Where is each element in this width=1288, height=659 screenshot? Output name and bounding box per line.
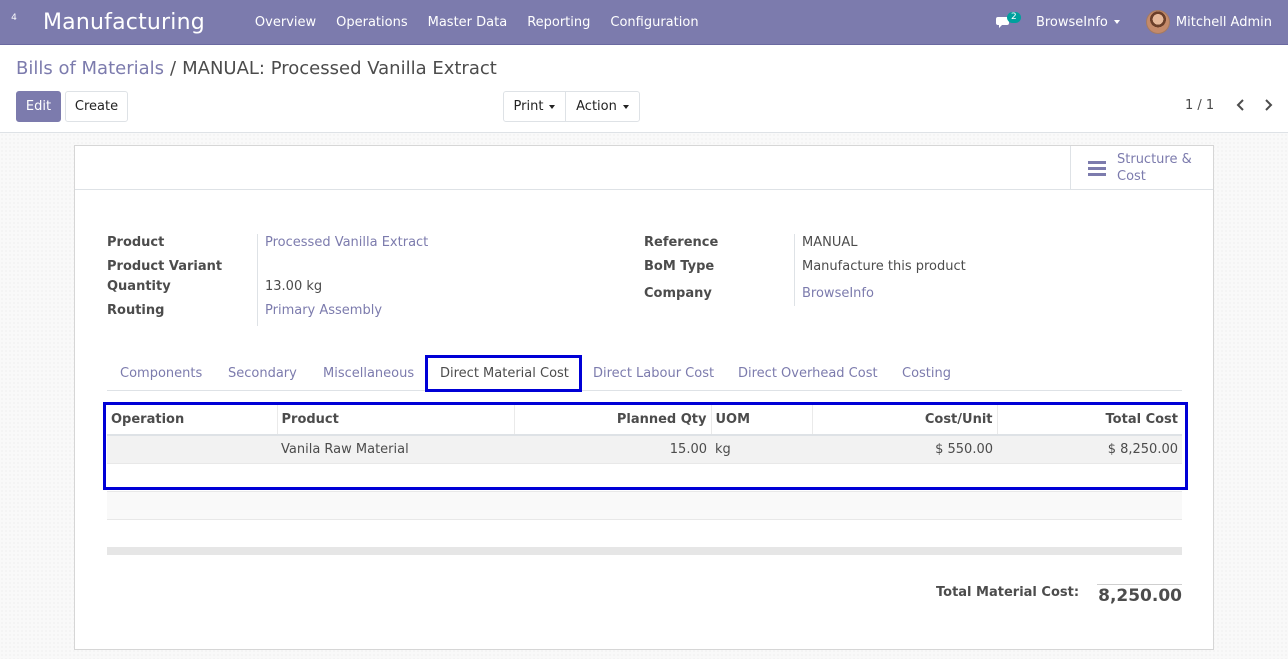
- button-box: Structure & Cost: [75, 146, 1213, 190]
- company-field[interactable]: BrowseInfo: [802, 286, 874, 301]
- col-operation[interactable]: Operation: [107, 404, 278, 436]
- table-footer: [107, 547, 1182, 555]
- chevron-left-icon: [1236, 99, 1244, 111]
- routing-field[interactable]: Primary Assembly: [265, 303, 382, 318]
- col-uom[interactable]: UOM: [711, 404, 813, 436]
- print-label: Print: [513, 99, 544, 114]
- field-divider: [794, 234, 795, 306]
- discuss-button[interactable]: 2: [986, 0, 1022, 45]
- field-divider: [257, 234, 258, 326]
- structure-cost-button[interactable]: Structure & Cost: [1070, 146, 1213, 190]
- empty-row: [107, 463, 1182, 492]
- company-name: BrowseInfo: [1035, 14, 1108, 30]
- product-variant-label: Product Variant: [107, 259, 223, 274]
- col-total-cost[interactable]: Total Cost: [997, 404, 1182, 436]
- bom-type-field[interactable]: Manufacture this product: [802, 259, 966, 274]
- action-dropdown-button[interactable]: Action: [565, 91, 640, 122]
- reference-field[interactable]: MANUAL: [802, 235, 858, 250]
- bars-icon: [1088, 158, 1106, 179]
- col-cost-unit[interactable]: Cost/Unit: [812, 404, 998, 436]
- menu-configuration[interactable]: Configuration: [600, 15, 708, 30]
- cell-product: Vanila Raw Material: [277, 435, 514, 464]
- tab-miscellaneous[interactable]: Miscellaneous: [323, 366, 414, 381]
- total-material-cost-value: 8,250.00: [1097, 584, 1182, 606]
- tab-costing[interactable]: Costing: [902, 366, 951, 381]
- apps-menu-toggle[interactable]: 4: [0, 0, 28, 45]
- notebook-tabs: Components Secondary Miscellaneous Direc…: [107, 354, 1182, 391]
- table-row[interactable]: Vanila Raw Material 15.00 kg $ 550.00 $ …: [107, 435, 1182, 464]
- tab-direct-overhead-cost[interactable]: Direct Overhead Cost: [738, 366, 878, 381]
- main-menu: Overview Operations Master Data Reportin…: [245, 15, 709, 30]
- tab-secondary[interactable]: Secondary: [228, 366, 297, 381]
- breadcrumb: Bills of Materials / MANUAL: Processed Van…: [16, 58, 497, 79]
- total-material-cost-label: Total Material Cost:: [936, 585, 1080, 600]
- quantity-field[interactable]: 13.00 kg: [265, 279, 322, 294]
- action-label: Action: [576, 99, 617, 114]
- chevron-down-icon: [549, 104, 556, 109]
- navbar-right: 2 BrowseInfo Mitchell Admin: [986, 0, 1288, 45]
- menu-master-data[interactable]: Master Data: [418, 15, 518, 30]
- material-cost-table: Operation Product Planned Qty UOM Cost/U…: [107, 404, 1182, 520]
- routing-label: Routing: [107, 303, 165, 318]
- col-product[interactable]: Product: [277, 404, 515, 436]
- create-button[interactable]: Create: [65, 91, 128, 122]
- chevron-down-icon: [622, 104, 629, 109]
- quantity-label: Quantity: [107, 279, 171, 294]
- chevron-down-icon: [1113, 20, 1120, 24]
- control-panel: Bills of Materials / MANUAL: Processed Van…: [0, 45, 1288, 133]
- cell-uom: kg: [711, 435, 812, 464]
- user-menu[interactable]: Mitchell Admin: [1145, 10, 1272, 34]
- avatar: [1145, 10, 1170, 34]
- menu-overview[interactable]: Overview: [245, 15, 326, 30]
- cell-planned-qty: 15.00: [514, 435, 711, 464]
- chat-count-badge: 2: [1006, 11, 1021, 23]
- pager-previous-button[interactable]: [1232, 97, 1248, 113]
- tab-direct-material-cost[interactable]: Direct Material Cost: [440, 366, 569, 381]
- breadcrumb-parent-link[interactable]: Bills of Materials: [16, 58, 164, 79]
- bom-type-label: BoM Type: [644, 259, 715, 274]
- breadcrumb-separator: /: [170, 58, 177, 79]
- edit-button[interactable]: Edit: [16, 91, 61, 122]
- cell-operation: [107, 435, 277, 464]
- menu-operations[interactable]: Operations: [326, 15, 417, 30]
- cell-cost-unit: $ 550.00: [812, 435, 997, 464]
- chevron-right-icon: [1264, 99, 1272, 111]
- product-label: Product: [107, 235, 165, 250]
- app-brand[interactable]: Manufacturing: [43, 10, 205, 35]
- structure-cost-label: Structure & Cost: [1117, 152, 1192, 184]
- empty-row: [107, 491, 1182, 520]
- company-switcher[interactable]: BrowseInfo: [1022, 15, 1132, 30]
- col-planned-qty[interactable]: Planned Qty: [514, 404, 712, 436]
- user-name: Mitchell Admin: [1175, 14, 1272, 30]
- cell-total-cost: $ 8,250.00: [997, 435, 1182, 464]
- pager-next-button[interactable]: [1260, 97, 1276, 113]
- top-navbar: 4 Manufacturing Overview Operations Mast…: [0, 0, 1288, 45]
- table-header-row: Operation Product Planned Qty UOM Cost/U…: [107, 404, 1182, 436]
- print-dropdown-button[interactable]: Print: [503, 91, 566, 122]
- menu-reporting[interactable]: Reporting: [517, 15, 600, 30]
- tab-components[interactable]: Components: [120, 366, 202, 381]
- tab-direct-labour-cost[interactable]: Direct Labour Cost: [593, 366, 714, 381]
- product-field[interactable]: Processed Vanilla Extract: [265, 235, 428, 250]
- company-label: Company: [644, 286, 712, 301]
- reference-label: Reference: [644, 235, 719, 250]
- pager-value[interactable]: 1 / 1: [1185, 98, 1214, 113]
- form-sheet: Structure & Cost Product Processed Vanil…: [74, 145, 1214, 650]
- apps-badge: 4: [11, 12, 17, 23]
- breadcrumb-current: MANUAL: Processed Vanilla Extract: [182, 58, 497, 79]
